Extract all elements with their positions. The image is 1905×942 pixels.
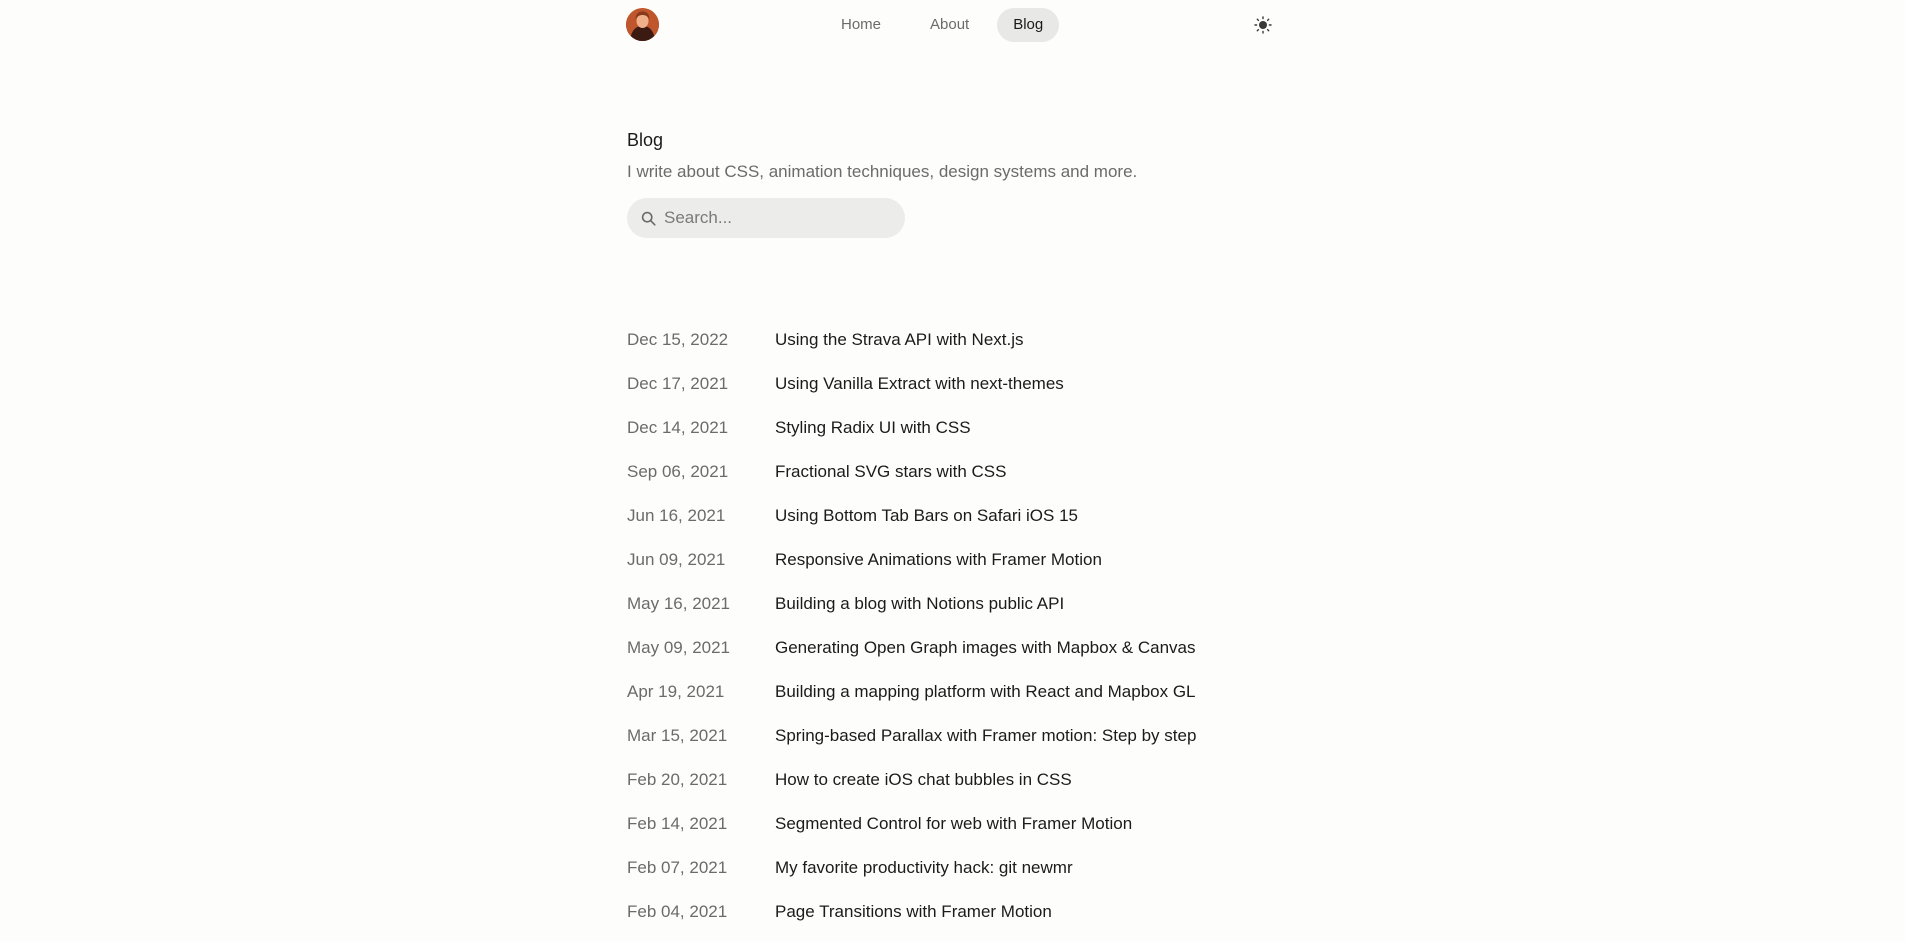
post-title-link[interactable]: Generating Open Graph images with Mapbox… — [775, 638, 1196, 658]
post-title-link[interactable]: Building a mapping platform with React a… — [775, 682, 1196, 702]
post-item[interactable]: Jun 16, 2021 Using Bottom Tab Bars on Sa… — [627, 494, 1347, 538]
post-date: Jun 16, 2021 — [627, 506, 726, 525]
post-date: Feb 14, 2021 — [627, 814, 728, 833]
post-title-link[interactable]: My favorite productivity hack: git newmr — [775, 858, 1073, 878]
post-title-link[interactable]: Building a blog with Notions public API — [775, 594, 1064, 614]
post-item[interactable]: Dec 17, 2021 Using Vanilla Extract with … — [627, 362, 1347, 406]
post-item[interactable]: Feb 07, 2021 My favorite productivity ha… — [627, 846, 1347, 890]
search-input[interactable] — [664, 208, 884, 228]
page-title: Blog — [627, 130, 664, 150]
post-title-link[interactable]: Styling Radix UI with CSS — [775, 418, 971, 438]
post-item[interactable]: Apr 19, 2021 Building a mapping platform… — [627, 670, 1347, 714]
post-title-link[interactable]: Using Bottom Tab Bars on Safari iOS 15 — [775, 506, 1078, 526]
post-date: Feb 20, 2021 — [627, 770, 728, 789]
blog-intro: Blog I write about CSS, animation techni… — [627, 128, 1327, 184]
post-item[interactable]: Mar 15, 2021 Spring-based Parallax with … — [627, 714, 1347, 758]
avatar[interactable] — [626, 8, 659, 41]
post-date: Dec 14, 2021 — [627, 418, 729, 437]
post-date: Feb 07, 2021 — [627, 858, 728, 877]
post-title-link[interactable]: Segmented Control for web with Framer Mo… — [775, 814, 1132, 834]
post-date: May 16, 2021 — [627, 594, 731, 613]
post-date: Dec 15, 2022 — [627, 330, 729, 349]
post-date: Dec 17, 2021 — [627, 374, 729, 393]
sun-icon — [1254, 16, 1272, 34]
post-title-link[interactable]: Spring-based Parallax with Framer motion… — [775, 726, 1196, 746]
post-date: Apr 19, 2021 — [627, 682, 725, 701]
nav-about-link[interactable]: About — [914, 8, 985, 42]
post-item[interactable]: Feb 14, 2021 Segmented Control for web w… — [627, 802, 1347, 846]
avatar-portrait — [626, 8, 659, 41]
search-box[interactable] — [627, 198, 905, 238]
post-list: Dec 15, 2022 Using the Strava API with N… — [627, 318, 1347, 934]
post-date: May 09, 2021 — [627, 638, 731, 657]
search-icon — [640, 210, 656, 226]
site-header: Home About Blog — [0, 0, 1905, 50]
post-date: Feb 04, 2021 — [627, 902, 728, 921]
theme-toggle-button[interactable] — [1252, 14, 1274, 36]
post-item[interactable]: Sep 06, 2021 Fractional SVG stars with C… — [627, 450, 1347, 494]
post-item[interactable]: May 16, 2021 Building a blog with Notion… — [627, 582, 1347, 626]
nav-home-link[interactable]: Home — [825, 8, 897, 42]
post-item[interactable]: Feb 04, 2021 Page Transitions with Frame… — [627, 890, 1347, 934]
main-nav: Home About Blog — [825, 8, 1060, 42]
post-item[interactable]: May 09, 2021 Generating Open Graph image… — [627, 626, 1347, 670]
post-date: Jun 09, 2021 — [627, 550, 726, 569]
post-item[interactable]: Dec 14, 2021 Styling Radix UI with CSS — [627, 406, 1347, 450]
post-item[interactable]: Jun 09, 2021 Responsive Animations with … — [627, 538, 1347, 582]
post-title-link[interactable]: Responsive Animations with Framer Motion — [775, 550, 1102, 570]
post-date: Mar 15, 2021 — [627, 726, 728, 745]
page-subtitle: I write about CSS, animation techniques,… — [627, 162, 1138, 181]
post-title-link[interactable]: Page Transitions with Framer Motion — [775, 902, 1052, 922]
post-item[interactable]: Feb 20, 2021 How to create iOS chat bubb… — [627, 758, 1347, 802]
post-date: Sep 06, 2021 — [627, 462, 729, 481]
nav-blog-link[interactable]: Blog — [997, 8, 1060, 42]
post-title-link[interactable]: Using Vanilla Extract with next-themes — [775, 374, 1064, 394]
post-title-link[interactable]: Fractional SVG stars with CSS — [775, 462, 1006, 482]
post-item[interactable]: Dec 15, 2022 Using the Strava API with N… — [627, 318, 1347, 362]
post-title-link[interactable]: How to create iOS chat bubbles in CSS — [775, 770, 1072, 790]
post-title-link[interactable]: Using the Strava API with Next.js — [775, 330, 1024, 350]
